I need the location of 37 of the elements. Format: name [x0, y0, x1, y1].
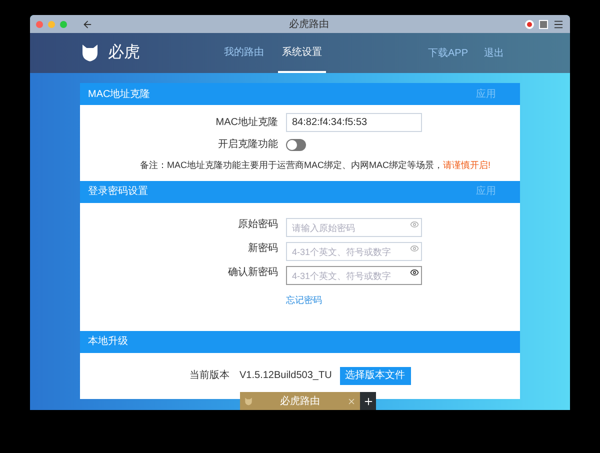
section-title: 本地升级 — [88, 334, 128, 349]
new-tab-button[interactable] — [360, 392, 376, 410]
field-label: 原始密码 — [237, 218, 278, 232]
apply-button[interactable]: 应用 — [476, 184, 512, 199]
field-label: 新密码 — [247, 242, 278, 256]
field-label: 开启克隆功能 — [217, 138, 278, 152]
tab-title: 必虎路由 — [280, 394, 320, 408]
tab-favicon-icon — [244, 396, 253, 406]
extension-icon[interactable] — [539, 20, 548, 28]
password-field[interactable]: 请输入原始密码 — [286, 218, 422, 237]
brand-name: 必虎 — [108, 42, 141, 63]
field-label: 确认新密码 — [227, 266, 278, 280]
version-label: 当前版本 — [190, 368, 230, 383]
apply-button[interactable]: 应用 — [476, 86, 512, 102]
nav-tab[interactable]: 系统设置 — [278, 33, 326, 73]
header-link[interactable]: 下载APP — [428, 46, 468, 60]
mac-address-field[interactable]: 84:82:f4:34:f5:53 — [286, 113, 422, 132]
nav-tab[interactable]: 我的路由 — [220, 33, 268, 73]
clone-toggle[interactable] — [286, 138, 306, 150]
password-field[interactable]: 4-31个英文、符号或数字 — [286, 242, 422, 261]
note-text: 备注：MAC地址克隆功能主要用于运营商MAC绑定、内网MAC绑定等场景，请谨慎开启! — [140, 159, 492, 172]
field-label: MAC地址克隆 — [214, 116, 278, 130]
window-title: 必虎路由 — [288, 18, 330, 32]
header-link[interactable]: 退出 — [484, 46, 504, 60]
section-title: 登录密码设置 — [88, 184, 148, 199]
browser-logo-icon[interactable] — [525, 20, 534, 28]
section-title: MAC地址克隆 — [88, 88, 150, 102]
cat-logo-icon — [80, 43, 100, 63]
back-icon[interactable] — [82, 18, 93, 30]
eye-icon[interactable] — [410, 268, 419, 276]
select-file-button[interactable]: 选择版本文件 — [340, 366, 410, 384]
forgot-password-link[interactable]: 忘记密码 — [286, 294, 322, 304]
version-number: V1.5.12Build503_TU — [240, 369, 330, 383]
menu-icon[interactable] — [553, 18, 564, 30]
password-field[interactable]: 4-31个英文、符号或数字 — [286, 266, 422, 285]
browser-tab[interactable]: 必虎路由 — [240, 392, 360, 410]
plus-icon — [362, 396, 374, 406]
